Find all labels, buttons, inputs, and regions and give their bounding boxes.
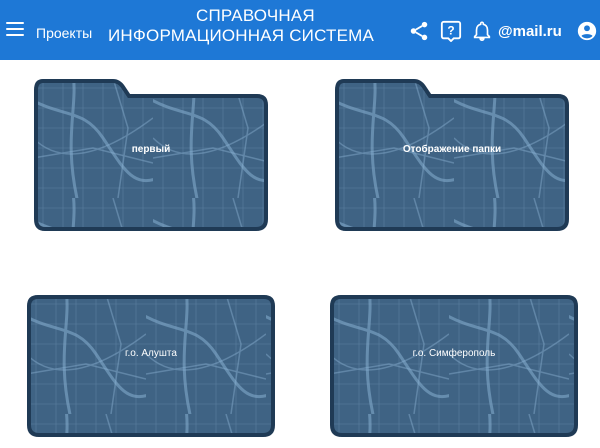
folder-card[interactable]: Отображение папки <box>334 78 570 232</box>
user-email[interactable]: @mail.ru <box>498 23 562 40</box>
folder-card[interactable]: первый <box>33 78 269 232</box>
share-icon[interactable] <box>408 20 430 42</box>
app-title-line2: ИНФОРМАЦИОННАЯ СИСТЕМА <box>108 26 375 45</box>
account-icon[interactable] <box>576 20 598 42</box>
folder-card[interactable]: г.о. Алушта <box>26 294 276 438</box>
top-app-bar: Проекты СПРАВОЧНАЯ ИНФОРМАЦИОННАЯ СИСТЕМ… <box>0 0 600 60</box>
menu-icon[interactable] <box>6 22 24 36</box>
projects-link[interactable]: Проекты <box>36 25 92 41</box>
folder-label: Отображение папки <box>402 144 502 155</box>
folder-label: г.о. Симферополь <box>412 348 496 359</box>
help-icon[interactable]: ? <box>440 20 462 42</box>
app-title-line1: СПРАВОЧНАЯ <box>196 6 315 25</box>
bell-icon[interactable] <box>471 20 493 42</box>
folder-icon <box>330 295 578 437</box>
folder-icon <box>34 79 268 231</box>
folder-icon <box>335 79 569 231</box>
app-title: СПРАВОЧНАЯ ИНФОРМАЦИОННАЯ СИСТЕМА <box>100 6 420 46</box>
folder-label: первый <box>131 144 171 155</box>
folder-icon <box>27 295 275 437</box>
folder-card[interactable]: г.о. Симферополь <box>329 294 579 438</box>
svg-text:?: ? <box>447 24 454 38</box>
folder-label: г.о. Алушта <box>125 348 177 359</box>
